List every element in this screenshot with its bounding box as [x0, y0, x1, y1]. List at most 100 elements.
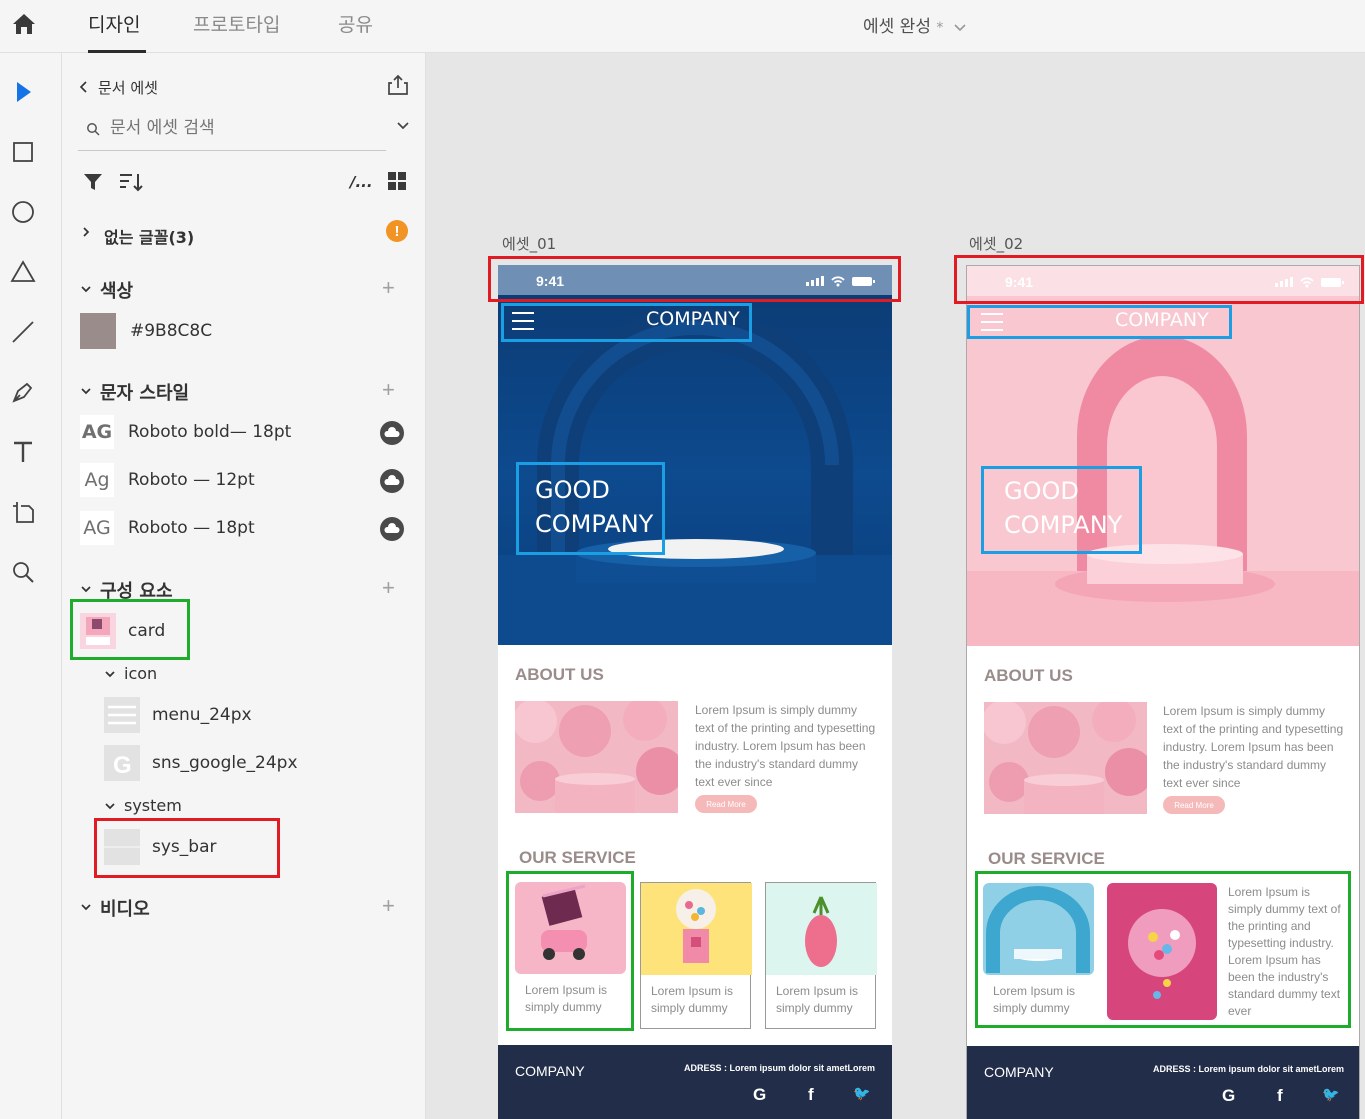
chevron-down-icon[interactable] [80, 901, 92, 913]
google-icon[interactable]: G [1222, 1086, 1235, 1106]
read-more-button[interactable]: Read More [695, 795, 757, 813]
chevron-down-icon[interactable] [953, 22, 967, 32]
colors-section-title: 색상 [100, 281, 134, 302]
about-title: ABOUT US [984, 666, 1073, 685]
chevron-down-icon[interactable] [80, 583, 92, 595]
google-icon[interactable]: G [753, 1085, 766, 1105]
artboard-label[interactable]: 에셋_01 [502, 233, 556, 254]
top-bar: 디자인 프로토타입 공유 에셋 완성 * [0, 0, 1365, 53]
service-card[interactable]: Lorem Ipsum is simply dummy [765, 882, 877, 1029]
add-video-button[interactable]: + [382, 895, 395, 917]
footer-company: COMPANY [515, 1063, 585, 1079]
card-image [766, 883, 877, 975]
missing-fonts-label[interactable]: 없는 글꼴(3) [104, 224, 194, 248]
footer: COMPANY ADRESS : Lorem ipsum dolor sit a… [498, 1045, 892, 1119]
tab-prototype[interactable]: 프로토타입 [193, 10, 280, 37]
service-card[interactable]: Lorem Ipsum is simply dummy [640, 882, 752, 1029]
twitter-icon[interactable]: 🐦 [1322, 1086, 1339, 1103]
footer-company: COMPANY [984, 1064, 1054, 1080]
about-text: Lorem Ipsum is simply dummy text of the … [1163, 704, 1344, 790]
path-view-toggle[interactable]: /... [350, 173, 373, 191]
annotation-box-blue [501, 303, 752, 342]
panel-back-label[interactable]: 문서 에셋 [98, 77, 158, 98]
card-caption: Lorem Ipsum is simply dummy [651, 984, 734, 1015]
pen-tool-icon[interactable] [9, 378, 37, 406]
facebook-icon[interactable]: f [1277, 1086, 1283, 1106]
artboard-tool-icon[interactable] [9, 498, 37, 526]
filter-icon[interactable] [82, 171, 104, 193]
home-icon[interactable] [10, 10, 38, 38]
unsaved-mark: * [936, 20, 944, 36]
grid-view-icon[interactable] [387, 171, 407, 191]
about-image [984, 702, 1147, 814]
char-style-label[interactable]: Roboto — 12pt [128, 470, 255, 490]
chevron-down-icon[interactable] [80, 385, 92, 397]
about-image [515, 701, 678, 813]
annotation-box-blue [981, 466, 1142, 554]
back-chevron-icon[interactable] [78, 80, 88, 94]
card-caption: Lorem Ipsum is simply dummy [776, 984, 859, 1015]
search-dropdown-chevron-icon[interactable] [396, 121, 410, 131]
service-title: OUR SERVICE [519, 848, 636, 867]
warning-icon: ! [386, 220, 408, 242]
text-tool-icon[interactable] [9, 438, 37, 466]
asset-search[interactable] [78, 111, 386, 151]
artboard-label[interactable]: 에셋_02 [969, 233, 1023, 254]
tab-design[interactable]: 디자인 [88, 10, 140, 37]
footer: COMPANY ADRESS : Lorem ipsum dolor sit a… [967, 1046, 1359, 1119]
document-assets-panel: 문서 에셋 /... 없는 글꼴(3) ! 색상 + #9B8C8C 문자 스타… [62, 53, 426, 1119]
video-section-title: 비디오 [100, 899, 150, 920]
char-style-label[interactable]: Roboto — 18pt [128, 518, 255, 538]
document-title-text: 에셋 완성 [863, 17, 931, 37]
cloud-icon [380, 469, 404, 493]
annotation-box-red [954, 255, 1364, 304]
service-title: OUR SERVICE [988, 849, 1105, 868]
annotation-box-red [94, 818, 280, 878]
char-style-preview: AG [80, 511, 114, 545]
color-hex-label[interactable]: #9B8C8C [130, 321, 212, 341]
chevron-down-icon[interactable] [80, 283, 92, 295]
search-input[interactable] [110, 115, 350, 141]
component-group-system[interactable]: system [124, 796, 182, 815]
component-group-icon[interactable]: icon [124, 664, 157, 683]
read-more-button[interactable]: Read More [1163, 796, 1225, 814]
add-char-style-button[interactable]: + [382, 379, 395, 401]
chevron-down-icon[interactable] [104, 800, 116, 812]
footer-address: ADRESS : Lorem ipsum dolor sit ametLorem [1152, 1064, 1344, 1074]
char-styles-section-title: 문자 스타일 [100, 383, 190, 404]
add-component-button[interactable]: + [382, 577, 395, 599]
line-tool-icon[interactable] [9, 318, 37, 346]
annotation-box-green [975, 871, 1351, 1028]
tool-bar [0, 53, 62, 1119]
chevron-down-icon[interactable] [104, 668, 116, 680]
facebook-icon[interactable]: f [808, 1085, 814, 1105]
card-image [641, 883, 752, 975]
add-color-button[interactable]: + [382, 277, 395, 299]
twitter-icon[interactable]: 🐦 [853, 1085, 870, 1102]
color-swatch[interactable] [80, 313, 116, 349]
select-tool-icon[interactable] [9, 78, 37, 106]
char-style-preview: AG [80, 415, 114, 449]
sort-icon[interactable] [118, 171, 144, 193]
annotation-box-red [488, 256, 901, 302]
footer-address: ADRESS : Lorem ipsum dolor sit ametLorem [683, 1063, 875, 1073]
chevron-right-icon[interactable] [80, 226, 92, 238]
rectangle-tool-icon[interactable] [9, 138, 37, 166]
polygon-tool-icon[interactable] [9, 258, 37, 286]
search-icon [87, 123, 100, 136]
cloud-icon [380, 421, 404, 445]
cloud-icon [380, 517, 404, 541]
char-style-label[interactable]: Roboto bold— 18pt [128, 422, 291, 442]
tab-share[interactable]: 공유 [338, 10, 373, 37]
component-google-label[interactable]: sns_google_24px [152, 753, 298, 773]
menu-thumbnail [104, 697, 140, 733]
design-canvas[interactable]: 에셋_01 9:41 COMPANY GOOD COMPANY ABOUT US… [426, 53, 1365, 1119]
component-menu-label[interactable]: menu_24px [152, 705, 252, 725]
ellipse-tool-icon[interactable] [9, 198, 37, 226]
document-title[interactable]: 에셋 완성 * [863, 12, 967, 37]
share-export-icon[interactable] [386, 73, 410, 97]
annotation-box-green [70, 599, 190, 660]
svg-text:G: G [113, 752, 132, 779]
zoom-tool-icon[interactable] [9, 558, 37, 586]
google-thumbnail: G [104, 745, 140, 781]
